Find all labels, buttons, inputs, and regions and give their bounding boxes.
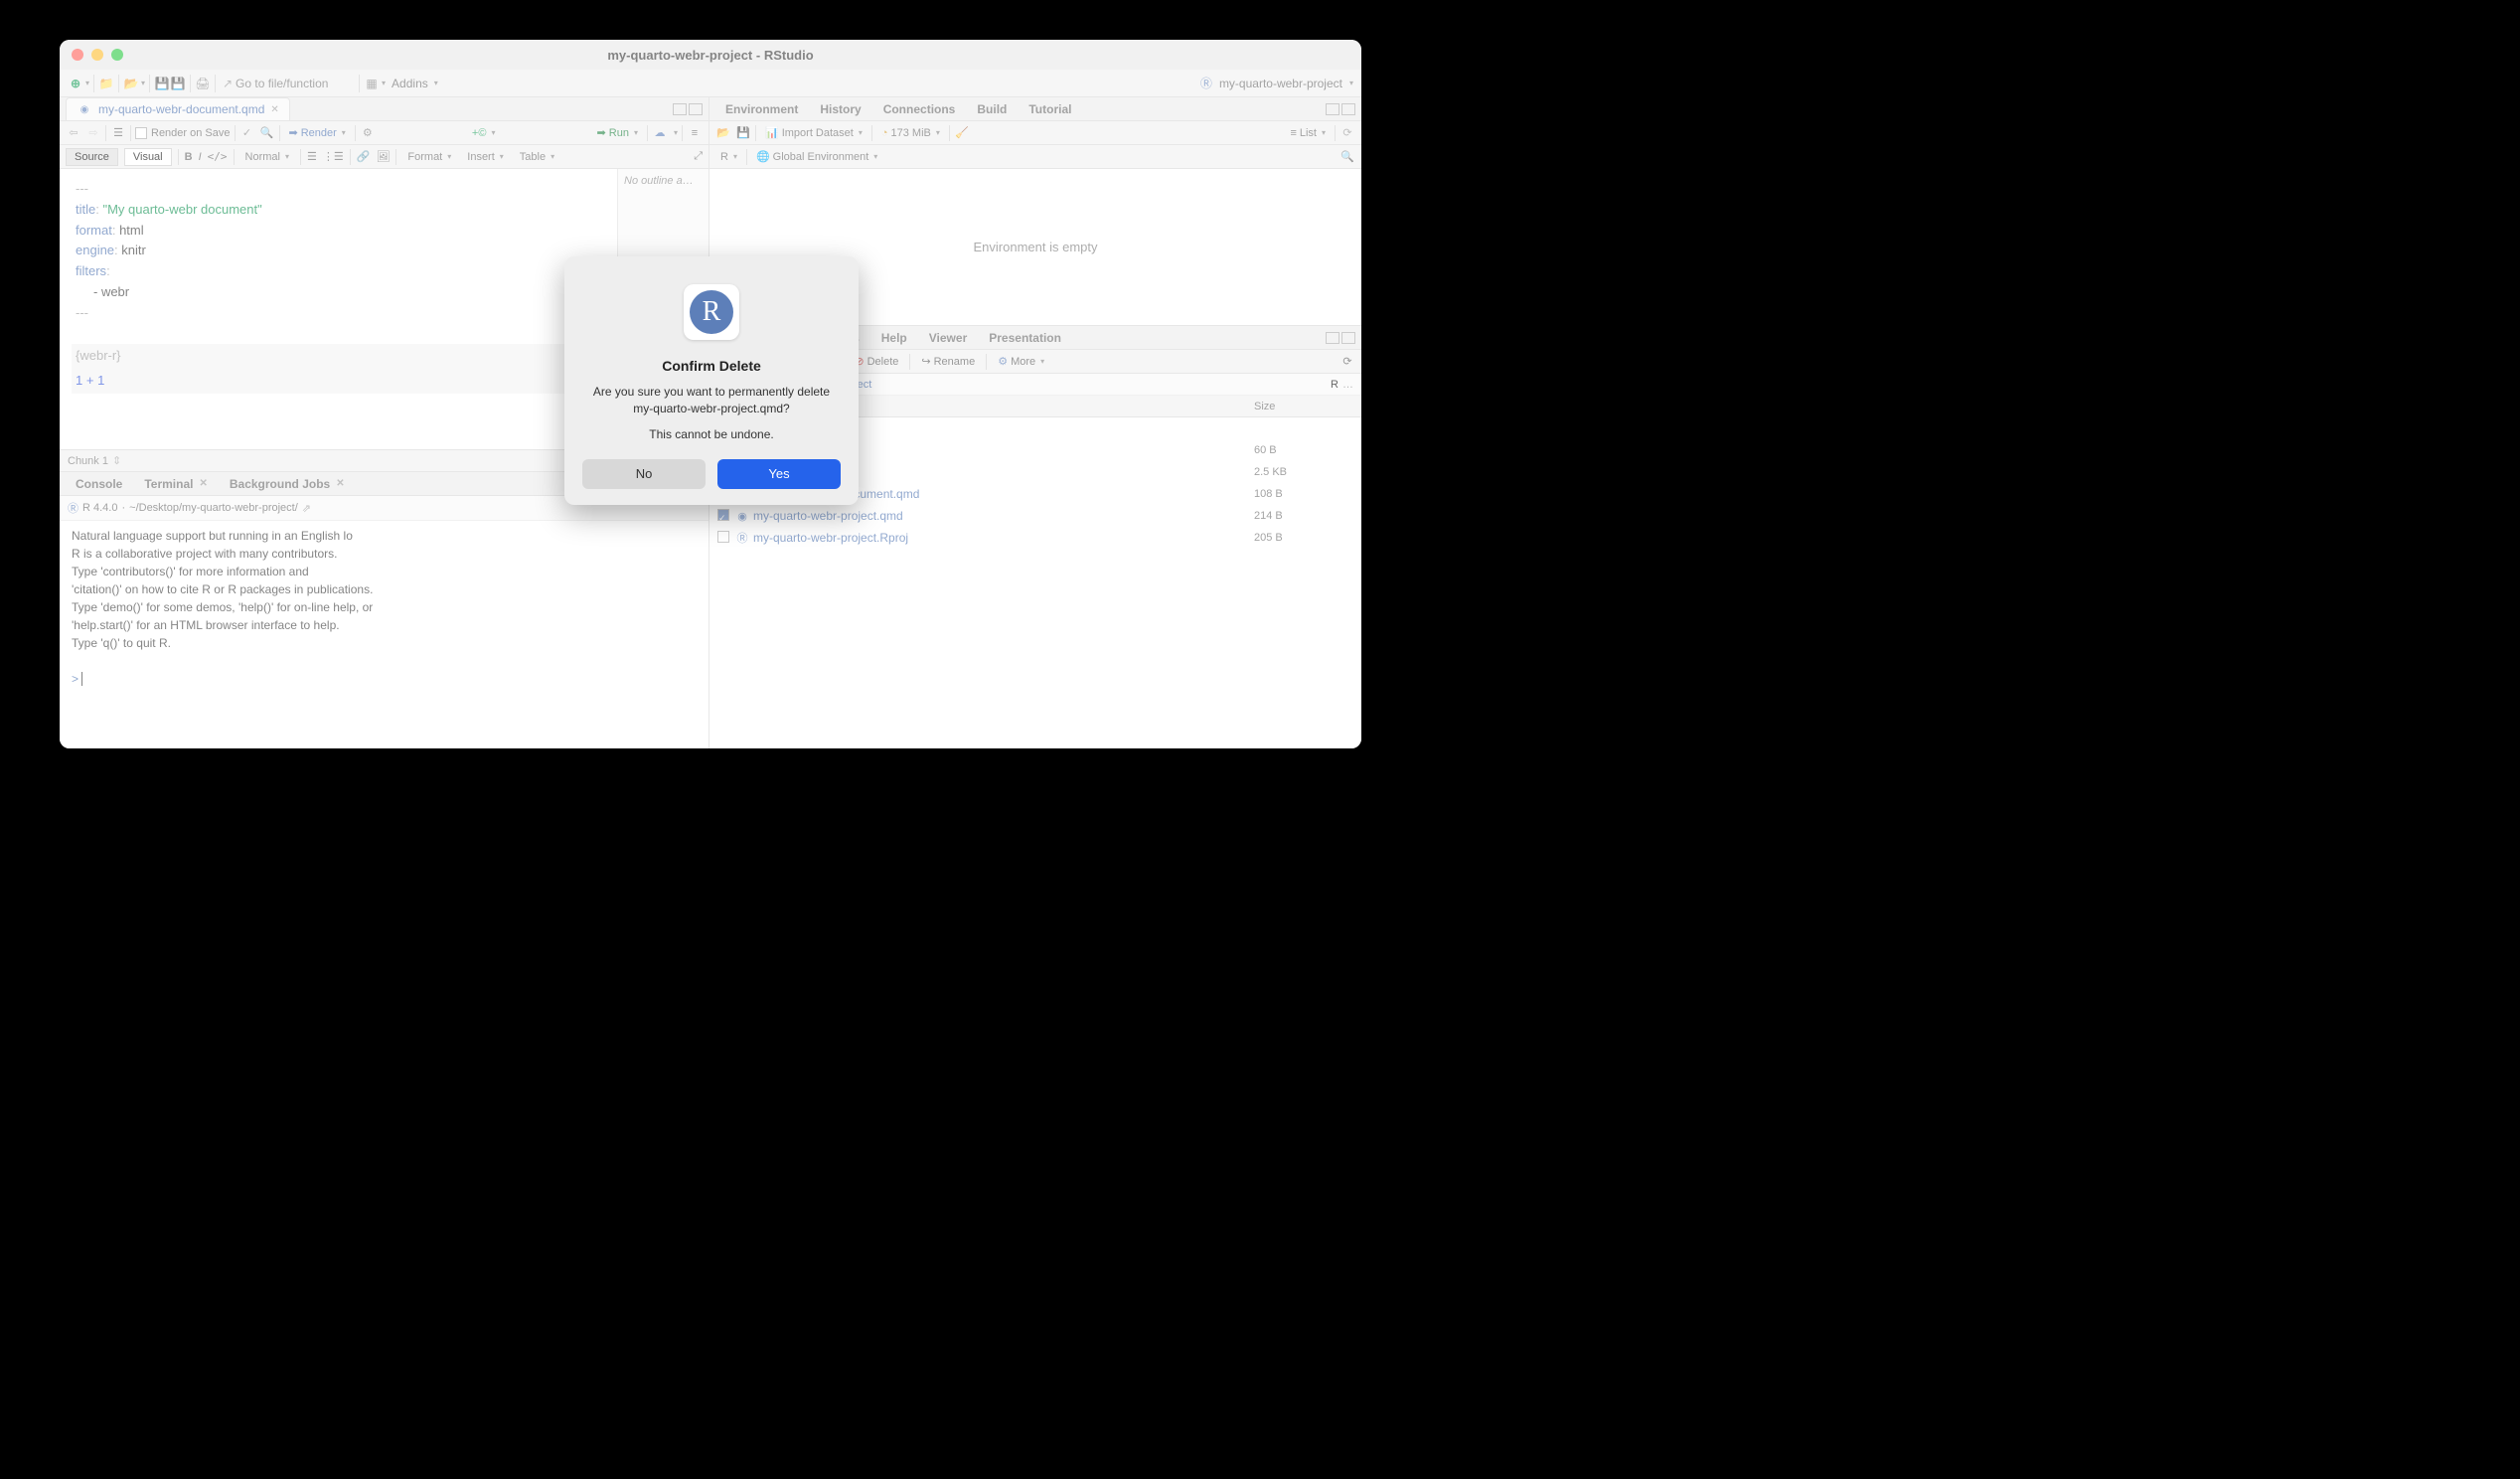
dialog-warning: This cannot be undone. bbox=[582, 427, 841, 441]
confirm-delete-dialog: R Confirm Delete Are you sure you want t… bbox=[564, 256, 859, 505]
no-button[interactable]: No bbox=[582, 459, 706, 489]
dialog-app-icon: R bbox=[684, 284, 739, 340]
r-logo-icon: R bbox=[690, 290, 733, 334]
yes-button[interactable]: Yes bbox=[717, 459, 841, 489]
dialog-title: Confirm Delete bbox=[582, 358, 841, 374]
dialog-message: Are you sure you want to permanently del… bbox=[582, 384, 841, 417]
